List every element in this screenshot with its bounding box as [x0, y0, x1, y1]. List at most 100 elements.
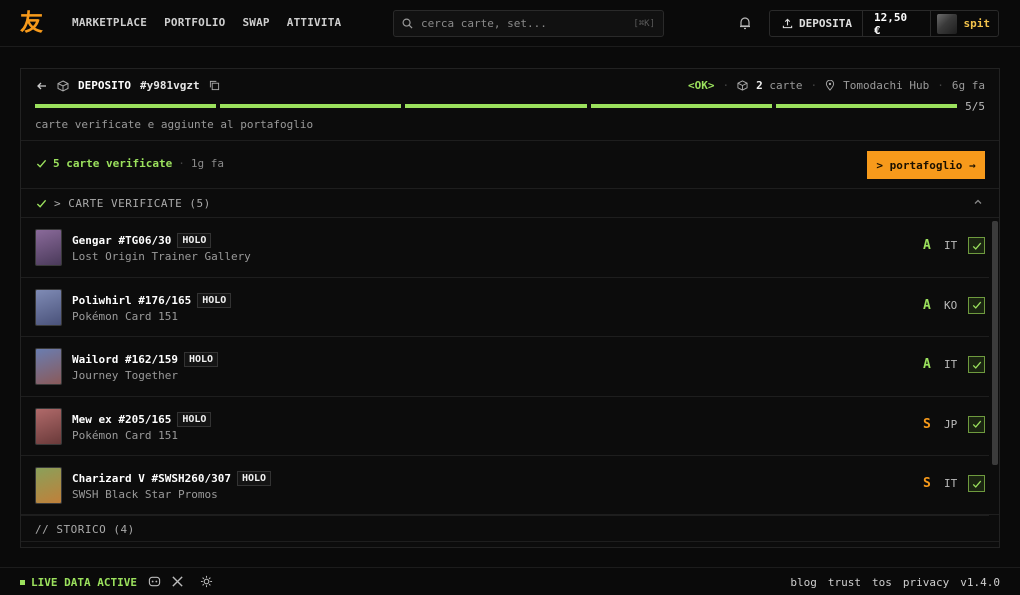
- holo-badge: HOLO: [197, 292, 232, 308]
- user-menu[interactable]: spit: [931, 11, 999, 36]
- live-label: LIVE DATA ACTIVE: [31, 576, 137, 589]
- card-name: Charizard V #SWSH260/307: [72, 472, 231, 485]
- grade-badge: S: [923, 416, 931, 432]
- footer-link-trust[interactable]: trust: [828, 576, 861, 589]
- deposit-button[interactable]: DEPOSITA: [770, 11, 863, 36]
- holo-badge: HOLO: [183, 352, 219, 367]
- back-arrow-icon[interactable]: [36, 80, 48, 92]
- verified-checkbox[interactable]: [968, 415, 985, 433]
- location: Tomodachi Hub: [843, 79, 930, 92]
- card-thumbnail: [35, 229, 62, 266]
- verified-row: 5 carte verificate · 1g fa > portafoglio…: [21, 141, 999, 189]
- grade-badge: A: [923, 357, 931, 372]
- card-language: IT: [944, 239, 958, 252]
- verified-checkbox[interactable]: [968, 296, 985, 314]
- card-name: Poliwhirl #176/165: [72, 293, 192, 307]
- card-name: Gengar #TG06/30: [72, 234, 172, 247]
- verified-time: 1g fa: [190, 157, 224, 170]
- grade-badge: A: [923, 238, 931, 253]
- progress-segment: [590, 104, 772, 108]
- copy-icon[interactable]: [209, 80, 220, 91]
- username: spit: [963, 17, 991, 30]
- balance[interactable]: 12,50 €: [863, 11, 931, 37]
- check-icon: [972, 242, 981, 250]
- progress-count: 5/5: [965, 100, 985, 113]
- nav-marketplace[interactable]: MARKETPLACE: [72, 16, 147, 30]
- check-icon: [972, 301, 981, 309]
- nav-swap[interactable]: SWAP: [242, 16, 269, 30]
- holo-badge: HOLO: [236, 471, 272, 486]
- account-bar: DEPOSITA 12,50 € spit: [769, 10, 999, 37]
- live-indicator: [20, 580, 25, 585]
- version-label: v1.4.0: [960, 576, 1000, 589]
- grade-badge: A: [923, 297, 931, 313]
- card-row[interactable]: Wailord #162/159 HOLO Journey Together A …: [21, 337, 989, 397]
- card-name: Wailord #162/159: [72, 353, 178, 366]
- main-nav: MARKETPLACE PORTFOLIO SWAP ATTIVITA: [72, 16, 341, 30]
- status-badge: <OK>: [688, 79, 715, 92]
- bell-icon[interactable]: [738, 16, 752, 30]
- holo-badge: HOLO: [177, 233, 212, 248]
- deposit-title: DEPOSITO: [78, 79, 131, 92]
- verified-checkbox[interactable]: [968, 475, 985, 492]
- chevron-up-icon[interactable]: [973, 197, 983, 207]
- deposit-id: #y981vgzt: [139, 79, 200, 92]
- discord-icon[interactable]: [148, 575, 161, 588]
- progress-bar: [35, 104, 958, 108]
- card-thumbnail: [35, 348, 62, 385]
- cube-icon: [737, 80, 748, 91]
- footer: LIVE DATA ACTIVE blog trust tos privacy …: [0, 567, 1020, 595]
- card-thumbnail: [35, 407, 62, 445]
- search-placeholder: cerca carte, set...: [421, 17, 547, 30]
- holo-badge: HOLO: [177, 411, 212, 427]
- check-icon: [972, 361, 981, 369]
- avatar: [936, 13, 957, 34]
- footer-link-blog[interactable]: blog: [790, 576, 817, 589]
- live-status: LIVE DATA ACTIVE: [20, 576, 137, 589]
- history-section-header[interactable]: // STORICO (4): [21, 514, 999, 542]
- card-language: JP: [944, 417, 958, 431]
- progress-text: carte verificate e aggiunte al portafogl…: [35, 118, 314, 131]
- card-list: Gengar #TG06/30 HOLO Lost Origin Trainer …: [21, 218, 989, 516]
- verified-checkbox[interactable]: [968, 237, 985, 254]
- card-row[interactable]: Gengar #TG06/30 HOLO Lost Origin Trainer …: [21, 218, 989, 278]
- deposit-panel: DEPOSITO #y981vgzt <OK> · 2 carte · Tomo…: [20, 68, 1000, 548]
- check-icon: [972, 480, 981, 488]
- card-row[interactable]: Mew ex #205/165 HOLO Pokémon Card 151 S J…: [21, 397, 989, 456]
- card-language: IT: [944, 477, 958, 490]
- section-title: > CARTE VERIFICATE (5): [54, 197, 211, 210]
- verified-cards-section-header[interactable]: > CARTE VERIFICATE (5): [21, 189, 999, 218]
- card-language: IT: [944, 358, 958, 371]
- top-bar: 友 MARKETPLACE PORTFOLIO SWAP ATTIVITA ce…: [0, 0, 1020, 47]
- card-name: Mew ex #205/165: [72, 412, 172, 426]
- nav-portfolio[interactable]: PORTFOLIO: [164, 16, 225, 30]
- logo[interactable]: 友: [20, 9, 43, 37]
- grade-badge: S: [923, 476, 931, 491]
- verified-checkbox[interactable]: [968, 356, 985, 373]
- footer-link-tos[interactable]: tos: [872, 576, 892, 589]
- card-row[interactable]: Poliwhirl #176/165 HOLO Pokémon Card 151 …: [21, 278, 989, 337]
- card-row[interactable]: Charizard V #SWSH260/307 HOLO SWSH Black …: [21, 456, 989, 516]
- card-language: KO: [944, 298, 958, 312]
- deposit-label: DEPOSITA: [799, 17, 852, 30]
- card-set: Lost Origin Trainer Gallery: [72, 250, 251, 263]
- scrollbar[interactable]: [992, 221, 998, 465]
- card-set: Journey Together: [72, 369, 178, 382]
- cards-count: 2: [756, 79, 763, 92]
- verified-text: 5 carte verificate: [53, 157, 173, 170]
- location-pin-icon: [826, 80, 835, 91]
- footer-link-privacy[interactable]: privacy: [903, 576, 949, 589]
- search-shortcut: [⌘K]: [633, 18, 655, 29]
- progress-segment: [220, 104, 402, 108]
- card-set: Pokémon Card 151: [72, 428, 178, 442]
- x-icon[interactable]: [171, 575, 184, 588]
- portfolio-button[interactable]: > portafoglio →: [867, 151, 985, 179]
- card-set: SWSH Black Star Promos: [72, 488, 218, 501]
- sun-icon[interactable]: [200, 575, 213, 588]
- deposit-header: DEPOSITO #y981vgzt <OK> · 2 carte · Tomo…: [21, 69, 999, 141]
- nav-attivita[interactable]: ATTIVITA: [287, 16, 342, 30]
- check-icon: [36, 159, 47, 168]
- card-set: Pokémon Card 151: [72, 309, 178, 323]
- box-icon: [57, 79, 69, 92]
- search-input[interactable]: cerca carte, set... [⌘K]: [393, 10, 664, 37]
